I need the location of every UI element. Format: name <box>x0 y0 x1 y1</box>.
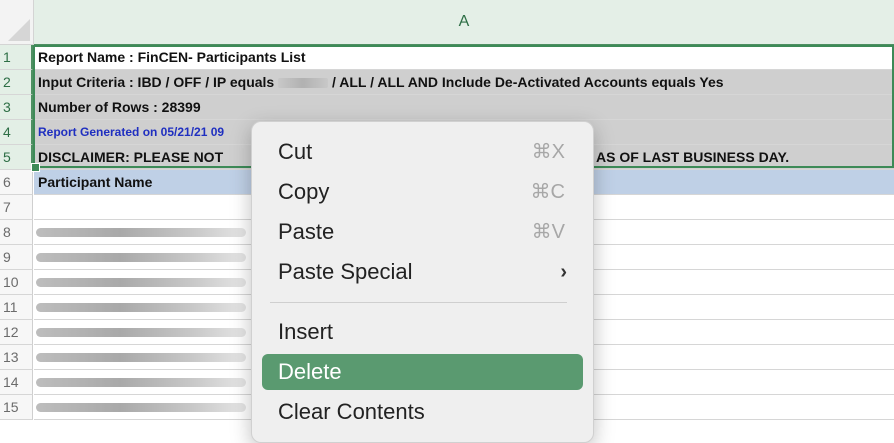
row-header[interactable]: 15 <box>0 395 33 420</box>
select-all-triangle-icon <box>8 19 30 41</box>
redacted-value <box>278 78 329 89</box>
menu-item-label: Insert <box>278 319 334 344</box>
menu-separator <box>270 302 567 303</box>
menu-item-label: Paste <box>278 219 335 244</box>
menu-item-paste-special[interactable]: Paste Special › <box>262 254 583 290</box>
column-header-a[interactable]: A <box>34 0 894 46</box>
row-header[interactable]: 7 <box>0 195 33 220</box>
menu-item-clear-contents[interactable]: Clear Contents <box>262 394 583 430</box>
context-menu: Cut ⌘X Copy ⌘C Paste ⌘V Paste Special › … <box>251 121 594 443</box>
row-header[interactable]: 14 <box>0 370 33 395</box>
menu-item-label: Clear Contents <box>278 399 425 424</box>
blurred-participant <box>36 403 246 412</box>
row-header[interactable]: 4 <box>0 120 33 145</box>
cell-a3[interactable]: Number of Rows : 28399 <box>34 95 894 120</box>
column-title: Participant Name <box>38 174 153 190</box>
shortcut-label: ⌘V <box>531 221 565 243</box>
row-header[interactable]: 10 <box>0 270 33 295</box>
row-header[interactable]: 2 <box>0 70 33 95</box>
cell-text: Input Criteria : IBD / OFF / IP equals /… <box>38 70 724 94</box>
menu-item-paste[interactable]: Paste ⌘V <box>262 214 583 250</box>
cell-text-continued: AS OF LAST BUSINESS DAY. <box>596 149 790 165</box>
criteria-prefix: Input Criteria : IBD / OFF / IP equals <box>38 74 275 90</box>
blurred-participant <box>36 328 246 337</box>
row-header[interactable]: 11 <box>0 295 33 320</box>
shortcut-label: ⌘X <box>531 141 565 163</box>
chevron-right-icon: › <box>560 261 567 283</box>
menu-item-copy[interactable]: Copy ⌘C <box>262 174 583 210</box>
row-header[interactable]: 6 <box>0 170 33 195</box>
blurred-participant <box>36 278 246 287</box>
menu-item-delete[interactable]: Delete <box>262 354 583 390</box>
cell-a1[interactable]: Report Name : FinCEN- Participants List <box>34 45 894 70</box>
row-header[interactable]: 12 <box>0 320 33 345</box>
menu-item-insert[interactable]: Insert <box>262 314 583 350</box>
menu-item-cut[interactable]: Cut ⌘X <box>262 134 583 170</box>
row-number-column: 1 2 3 4 5 6 7 8 9 10 11 12 13 14 15 <box>0 45 33 420</box>
menu-item-label: Delete <box>278 359 342 384</box>
blurred-participant <box>36 353 246 362</box>
row-header[interactable]: 8 <box>0 220 33 245</box>
blurred-participant <box>36 253 246 262</box>
row-header[interactable]: 5 <box>0 145 33 170</box>
menu-item-label: Cut <box>278 139 313 164</box>
row-header[interactable]: 3 <box>0 95 33 120</box>
fill-handle[interactable] <box>31 163 40 172</box>
blurred-participant <box>36 303 246 312</box>
blurred-participant <box>36 228 246 237</box>
shortcut-label: ⌘C <box>530 181 565 203</box>
row-header[interactable]: 1 <box>0 45 33 70</box>
cell-text: Number of Rows : 28399 <box>38 99 201 115</box>
select-all-corner[interactable] <box>0 0 34 45</box>
menu-item-label: Paste Special <box>278 259 413 284</box>
criteria-suffix: / ALL / ALL AND Include De-Activated Acc… <box>332 74 724 90</box>
cell-text: Report Generated on 05/21/21 09 <box>38 125 225 139</box>
cell-text: Report Name : FinCEN- Participants List <box>38 49 306 65</box>
blurred-participant <box>36 378 246 387</box>
row-header[interactable]: 13 <box>0 345 33 370</box>
menu-item-label: Copy <box>278 179 330 204</box>
cell-text: DISCLAIMER: PLEASE NOT <box>38 149 224 165</box>
cell-a2[interactable]: Input Criteria : IBD / OFF / IP equals /… <box>34 70 894 95</box>
row-header[interactable]: 9 <box>0 245 33 270</box>
